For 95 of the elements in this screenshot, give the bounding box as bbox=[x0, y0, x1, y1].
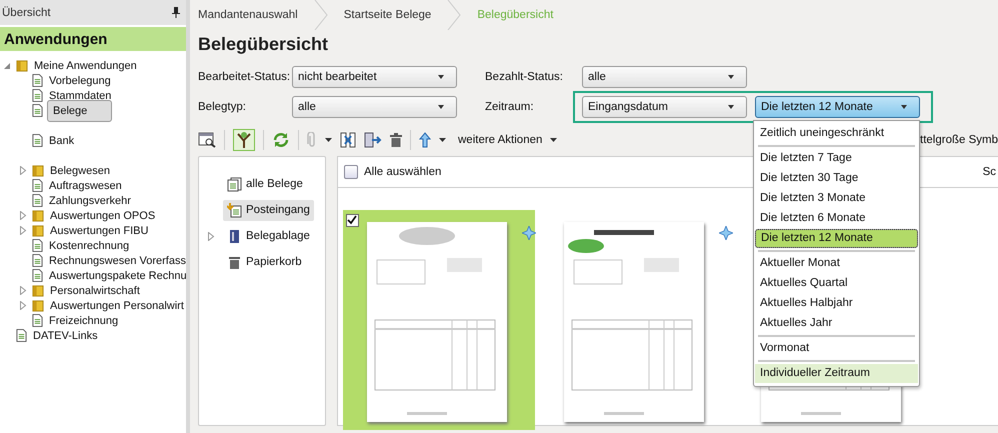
more-actions-menu[interactable]: weitere Aktionen bbox=[458, 134, 542, 146]
document-icon bbox=[32, 239, 43, 252]
folder-icon bbox=[32, 300, 44, 312]
document-icon bbox=[32, 134, 43, 147]
document-icon bbox=[32, 74, 43, 87]
expand-icon[interactable] bbox=[207, 232, 215, 240]
sidebar-title: Übersicht bbox=[2, 6, 51, 18]
breadcrumb-link[interactable]: Startseite Belege bbox=[344, 9, 432, 21]
filter-label: Bezahlt-Status: bbox=[484, 71, 564, 83]
caret-icon[interactable] bbox=[550, 138, 558, 142]
tree-item[interactable]: Freizeichnung bbox=[47, 314, 120, 326]
tree-item[interactable]: Kostenrechnung bbox=[47, 240, 132, 252]
document-icon bbox=[32, 269, 43, 282]
date-field-select[interactable]: Eingangsdatum bbox=[582, 96, 747, 118]
dropdown-option[interactable]: Die letzten 7 Tage bbox=[755, 149, 918, 168]
documents-icon bbox=[227, 176, 242, 192]
expand-icon[interactable] bbox=[19, 286, 27, 295]
tree-item[interactable]: Belegwesen bbox=[48, 164, 112, 176]
chevron-icon bbox=[314, 0, 328, 30]
dropdown-option[interactable]: Die letzten 6 Monate bbox=[755, 209, 918, 228]
dropdown-option[interactable]: Zeitlich uneingeschränkt bbox=[755, 124, 918, 143]
caret-icon[interactable] bbox=[325, 138, 332, 142]
inbox-icon bbox=[227, 202, 242, 218]
folder-item[interactable]: Papierkorb bbox=[223, 252, 306, 272]
filter-label: Belegtyp: bbox=[198, 101, 247, 113]
folder-icon bbox=[32, 224, 44, 236]
expand-icon[interactable] bbox=[19, 301, 27, 310]
upload-icon[interactable] bbox=[419, 132, 431, 148]
type-select[interactable]: alle bbox=[292, 96, 457, 118]
document-icon bbox=[32, 254, 43, 267]
tree-item[interactable]: Rechnungswesen Vorerfass bbox=[47, 254, 186, 266]
document-icon bbox=[32, 314, 43, 327]
dropdown-option[interactable]: Individueller Zeitraum bbox=[755, 364, 918, 383]
caret-icon[interactable] bbox=[439, 138, 446, 142]
dropdown-option[interactable]: Aktuelles Jahr bbox=[755, 314, 918, 333]
section-title: Anwendungen bbox=[0, 27, 186, 51]
trash-icon[interactable] bbox=[390, 133, 402, 147]
collapse-icon[interactable] bbox=[3, 62, 11, 70]
tree-item[interactable]: Vorbelegung bbox=[47, 74, 113, 86]
document-icon bbox=[16, 329, 27, 342]
document-checkbox[interactable] bbox=[346, 214, 359, 227]
refresh-icon[interactable] bbox=[272, 131, 290, 149]
dropdown-option[interactable]: Die letzten 3 Monate bbox=[755, 189, 918, 208]
tree-item[interactable]: DATEV-Links bbox=[31, 330, 100, 342]
folder-icon bbox=[32, 210, 44, 222]
export-icon[interactable] bbox=[364, 132, 382, 148]
trash-icon bbox=[227, 254, 242, 270]
expand-icon[interactable] bbox=[19, 166, 27, 175]
dropdown-option[interactable]: Vormonat bbox=[755, 339, 918, 358]
folder-icon bbox=[16, 60, 28, 72]
paperclip-icon[interactable] bbox=[307, 132, 317, 148]
document-icon bbox=[32, 194, 43, 207]
status-select[interactable]: nicht bearbeitet bbox=[292, 66, 457, 88]
filter-label: Zeitraum: bbox=[484, 101, 535, 113]
tree-item[interactable]: Zahlungsverkehr bbox=[47, 194, 133, 206]
tree-item[interactable]: Bank bbox=[47, 134, 76, 146]
period-select[interactable]: Die letzten 12 Monate bbox=[755, 96, 920, 118]
folder-item[interactable]: Posteingang bbox=[223, 200, 314, 220]
split-icon[interactable] bbox=[340, 132, 356, 148]
folder-icon bbox=[32, 284, 44, 296]
dropdown-option[interactable]: Aktueller Monat bbox=[755, 254, 918, 273]
dropdown-option[interactable]: Aktuelles Halbjahr bbox=[755, 294, 918, 313]
folder-item[interactable]: Belegablage bbox=[223, 226, 314, 246]
page-title: Belegübersicht bbox=[198, 34, 330, 56]
dropdown-option[interactable]: Die letzten 12 Monate bbox=[755, 229, 918, 248]
payment-select[interactable]: alle bbox=[582, 66, 747, 88]
tree-item[interactable]: Auswertungspakete Rechnu bbox=[47, 270, 186, 282]
document-icon bbox=[32, 179, 43, 192]
sort-label[interactable]: Sc bbox=[982, 166, 996, 178]
tree-item[interactable]: Auswertungen Personalwirt bbox=[48, 300, 186, 312]
folder-item[interactable]: alle Belege bbox=[223, 174, 307, 194]
pin-icon[interactable] bbox=[172, 7, 180, 18]
view-size-label[interactable]: ttelgroße Symb bbox=[920, 134, 998, 146]
tree-item[interactable]: Meine Anwendungen bbox=[32, 60, 139, 72]
folder-icon bbox=[32, 164, 44, 176]
select-all-label: Alle auswählen bbox=[364, 166, 442, 178]
chevron-icon bbox=[447, 0, 462, 30]
tree-item[interactable]: Belege bbox=[47, 100, 112, 122]
tree-item[interactable]: Personalwirtschaft bbox=[48, 284, 142, 296]
tree-item[interactable]: Auswertungen FIBU bbox=[48, 224, 150, 236]
select-all-checkbox[interactable] bbox=[344, 165, 358, 179]
tree-item[interactable]: Auftragswesen bbox=[47, 180, 124, 192]
tree-view-button[interactable] bbox=[233, 129, 255, 151]
expand-icon[interactable] bbox=[19, 226, 27, 235]
tree-item[interactable]: Stammdaten bbox=[47, 90, 114, 102]
binder-icon bbox=[227, 228, 242, 244]
document-icon bbox=[32, 89, 43, 102]
preview-icon[interactable] bbox=[198, 132, 216, 148]
tree-item[interactable]: Auswertungen OPOS bbox=[48, 210, 158, 222]
breadcrumb-link[interactable]: Mandantenauswahl bbox=[198, 9, 298, 21]
document-icon bbox=[32, 104, 43, 117]
dropdown-option[interactable]: Aktuelles Quartal bbox=[755, 274, 918, 293]
expand-icon[interactable] bbox=[19, 211, 27, 220]
dropdown-option[interactable]: Die letzten 30 Tage bbox=[755, 169, 918, 188]
filter-label: Bearbeitet-Status: bbox=[198, 71, 292, 83]
